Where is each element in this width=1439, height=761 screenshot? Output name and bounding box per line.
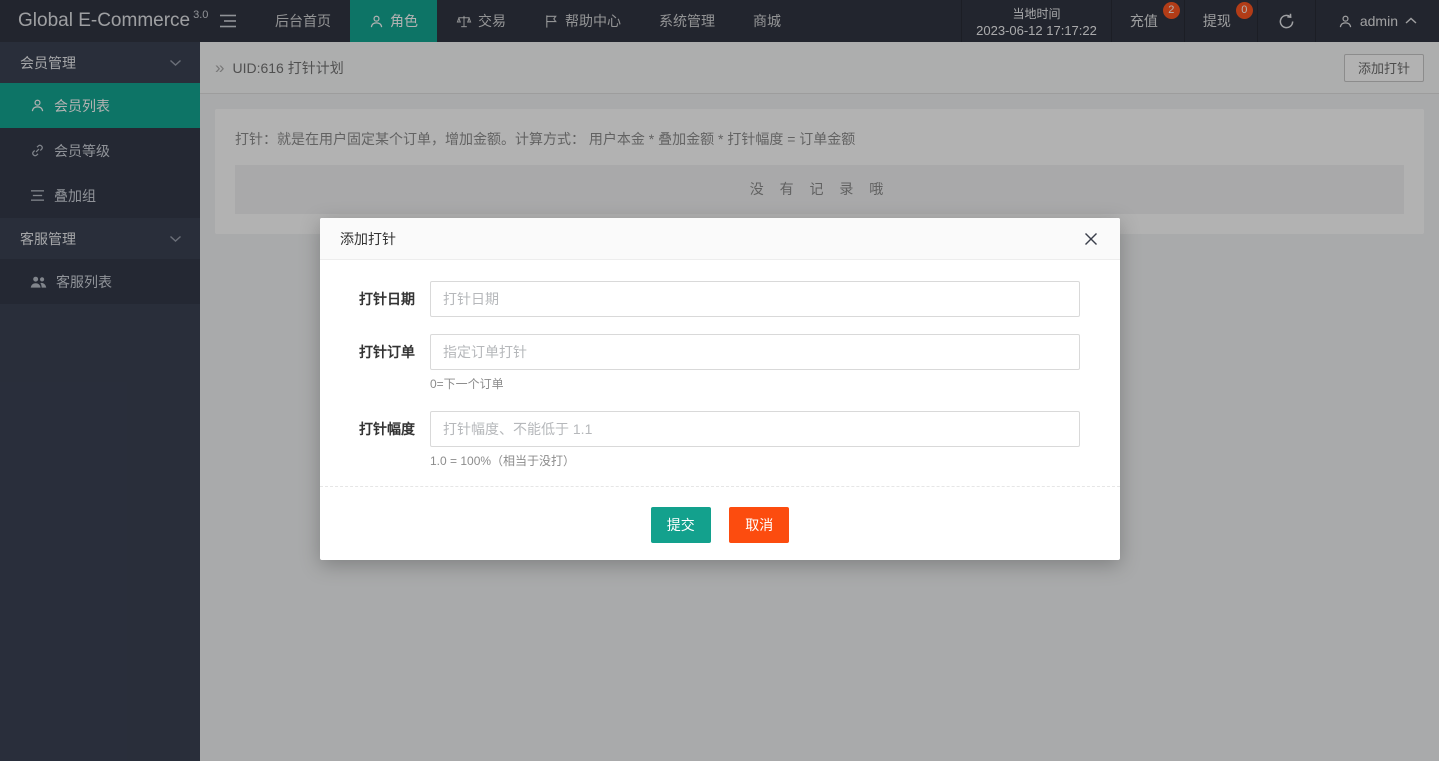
app-root: Global E-Commerce 3.0 后台首页 角色 bbox=[0, 0, 1439, 761]
injection-rate-hint: 1.0 = 100%（相当于没打） bbox=[430, 453, 1080, 469]
form-row-injection-order: 打针订单 0=下一个订单 bbox=[320, 334, 1080, 392]
injection-order-input-wrap bbox=[430, 334, 1080, 370]
injection-date-input-wrap bbox=[430, 281, 1080, 317]
cancel-button[interactable]: 取消 bbox=[729, 507, 789, 543]
injection-order-hint: 0=下一个订单 bbox=[430, 376, 1080, 392]
injection-order-input[interactable] bbox=[430, 334, 1080, 370]
add-injection-modal: 添加打针 打针日期 打针订单 0=下一个订单 bbox=[320, 218, 1120, 560]
injection-rate-input-wrap bbox=[430, 411, 1080, 447]
injection-rate-input[interactable] bbox=[430, 411, 1080, 447]
form-row-injection-rate: 打针幅度 1.0 = 100%（相当于没打） bbox=[320, 411, 1080, 469]
modal-title: 添加打针 bbox=[340, 229, 396, 249]
form-row-injection-date: 打针日期 bbox=[320, 281, 1080, 317]
submit-button[interactable]: 提交 bbox=[651, 507, 711, 543]
modal-header: 添加打针 bbox=[320, 218, 1120, 260]
modal-close-button[interactable] bbox=[1077, 218, 1105, 260]
injection-date-input[interactable] bbox=[430, 281, 1080, 317]
close-icon bbox=[1084, 232, 1098, 246]
modal-body: 打针日期 打针订单 0=下一个订单 打针幅度 1.0 = 100%（相当于没打） bbox=[320, 260, 1120, 486]
injection-rate-label: 打针幅度 bbox=[320, 411, 415, 447]
modal-footer: 提交 取消 bbox=[320, 486, 1120, 560]
injection-date-label: 打针日期 bbox=[320, 281, 415, 317]
injection-order-label: 打针订单 bbox=[320, 334, 415, 370]
